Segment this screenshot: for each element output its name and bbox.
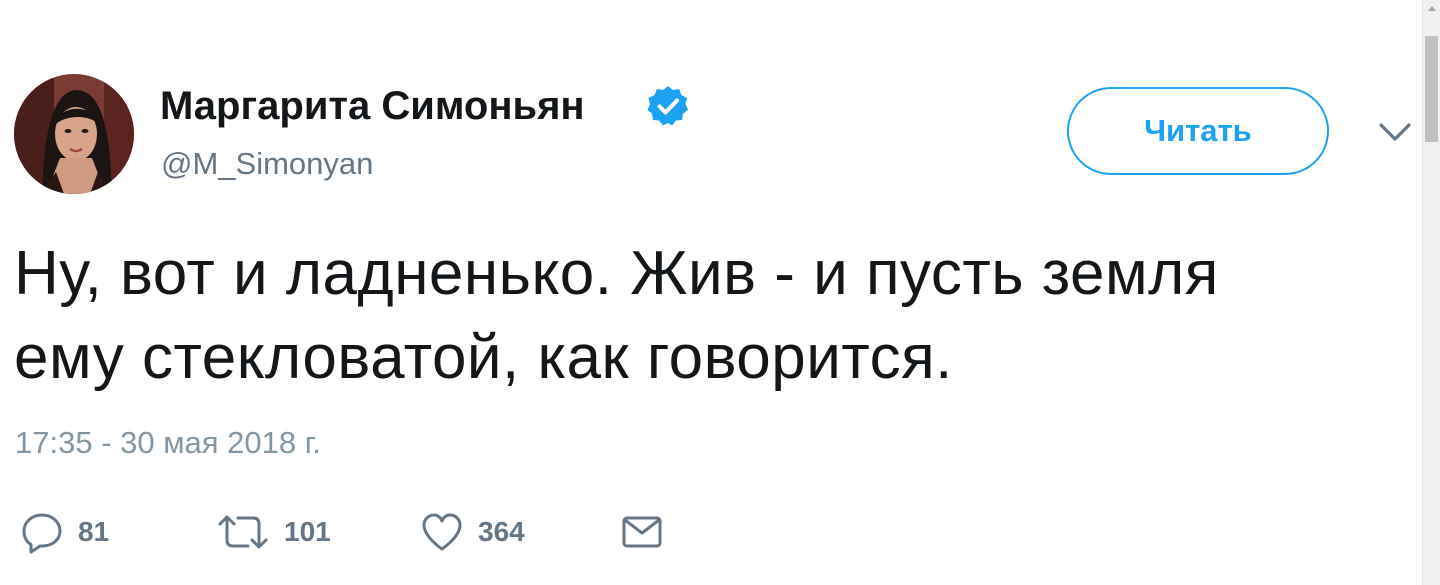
author-display-name[interactable]: Маргарита Симоньян (160, 82, 585, 130)
chevron-down-icon[interactable] (1378, 118, 1412, 148)
scrollbar-thumb[interactable] (1425, 36, 1438, 142)
reply-count: 81 (78, 516, 110, 547)
like-count: 364 (478, 516, 525, 547)
envelope-icon (622, 516, 662, 548)
tweet-text-line: ему стекловатой, как говорится. (14, 323, 953, 392)
vertical-scrollbar[interactable] (1422, 0, 1440, 585)
scroll-up-arrow-icon[interactable] (1426, 2, 1438, 16)
tweet-text-line: Ну, вот и ладненько. Жив - и пусть земля (14, 239, 1219, 308)
retweet-icon (218, 515, 268, 549)
verified-badge-icon (647, 86, 688, 126)
tweet-card: Маргарита Симоньян @M_Simonyan Читать Ну… (0, 0, 1440, 585)
tweet-timestamp[interactable]: 17:35 - 30 мая 2018 г. (15, 423, 321, 463)
heart-icon (422, 513, 462, 551)
tweet-text: Ну, вот и ладненько. Жив - и пусть земля… (14, 232, 1394, 400)
reply-button[interactable]: 81 (20, 500, 109, 564)
like-button[interactable]: 364 (420, 500, 525, 564)
tweet-actions: 81 101 364 (0, 500, 1420, 564)
author-handle[interactable]: @M_Simonyan (161, 144, 373, 184)
direct-message-button[interactable] (620, 500, 664, 564)
avatar[interactable] (14, 74, 134, 194)
retweet-count: 101 (284, 516, 331, 547)
avatar-photo (14, 74, 134, 194)
reply-icon (22, 513, 62, 554)
follow-button[interactable]: Читать (1067, 87, 1329, 175)
retweet-button[interactable]: 101 (216, 500, 331, 564)
